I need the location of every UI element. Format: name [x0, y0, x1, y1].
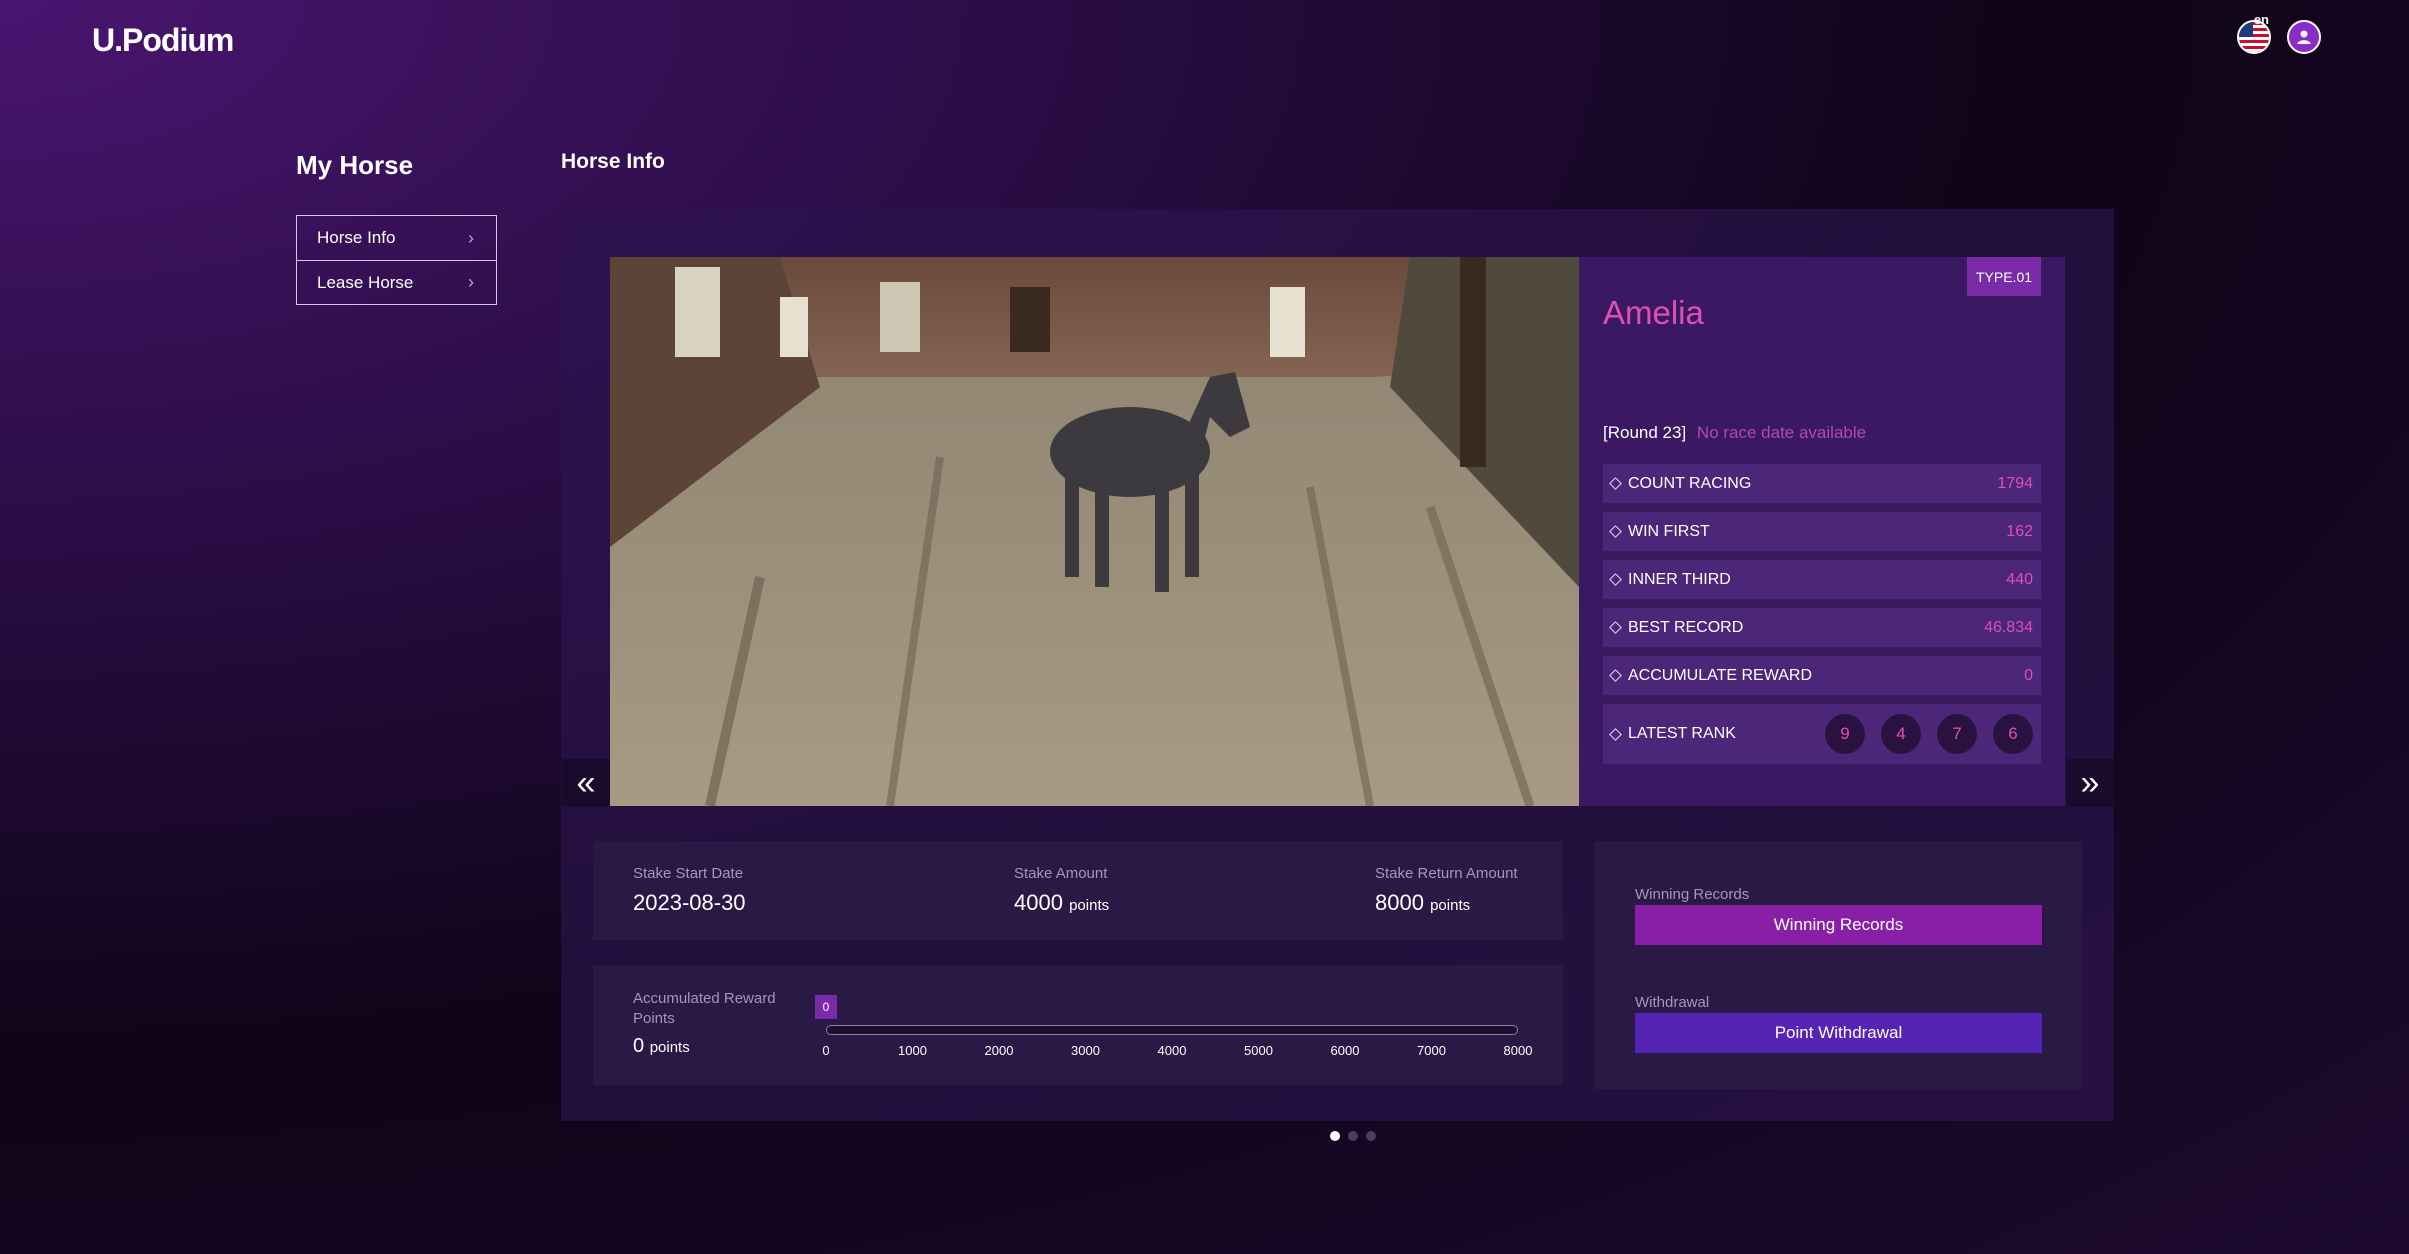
stat-win-first: WIN FIRST 162 [1603, 512, 2041, 551]
stat-value: 0 [2024, 666, 2033, 684]
slider-tick-label: 6000 [1330, 1043, 1360, 1058]
accumulated-reward-value: 0 [633, 1035, 645, 1057]
stake-return-row: 8000 points [1375, 890, 1518, 916]
round-info: [Round 23] No race date available [1603, 423, 1866, 443]
slider-tick-label: 8000 [1503, 1043, 1533, 1058]
stake-summary: Stake Start Date 2023-08-30 Stake Amount… [593, 841, 1563, 940]
accumulated-reward-row: 0 points [633, 1035, 690, 1058]
sidebar-item-horse-info[interactable]: Horse Info › [297, 216, 496, 260]
stat-latest-rank: LATEST RANK 9 4 7 6 [1603, 704, 2041, 764]
stake-start-date: Stake Start Date 2023-08-30 [633, 865, 746, 916]
sidebar-title: My Horse [296, 150, 414, 180]
user-icon[interactable] [2287, 20, 2321, 54]
withdrawal-label: Withdrawal [1635, 994, 1710, 1011]
stat-count-racing: COUNT RACING 1794 [1603, 464, 2041, 503]
point-withdrawal-button[interactable]: Point Withdrawal [1635, 1013, 2042, 1053]
rank-chip: 9 [1825, 714, 1865, 754]
stake-return-amount: Stake Return Amount 8000 points [1375, 865, 1518, 916]
stat-value: 46.834 [1984, 618, 2033, 636]
type-badge: TYPE.01 [1967, 257, 2041, 296]
stat-label: BEST RECORD [1628, 618, 1744, 636]
stat-inner-third: INNER THIRD 440 [1603, 560, 2041, 599]
diamond-icon [1609, 573, 1622, 586]
sidebar-item-lease-horse[interactable]: Lease Horse › [297, 260, 496, 304]
rank-chip: 7 [1937, 714, 1977, 754]
stake-amount-value: 4000 [1014, 890, 1063, 915]
header-actions: en [2237, 12, 2321, 54]
rank-chip: 4 [1881, 714, 1921, 754]
points-unit: points [649, 1039, 690, 1056]
carousel-pagination [1330, 1131, 1376, 1141]
rank-chips: 9 4 7 6 [1825, 714, 2033, 754]
pagination-dot[interactable] [1330, 1131, 1340, 1141]
stat-accumulate-reward: ACCUMULATE REWARD 0 [1603, 656, 2041, 695]
chevron-right-icon: › [468, 227, 474, 248]
reward-slider-track[interactable] [826, 1025, 1518, 1035]
app-logo[interactable]: U.Podium [92, 22, 234, 59]
reward-actions: Winning Records Winning Records Withdraw… [1594, 841, 2082, 1089]
stake-start-date-value: 2023-08-30 [633, 890, 746, 915]
diamond-icon [1609, 477, 1622, 490]
diamond-icon [1609, 621, 1622, 634]
stat-label: WIN FIRST [1628, 522, 1710, 540]
horse-details: TYPE.01 Amelia [Round 23] No race date a… [1579, 257, 2065, 806]
winning-records-button[interactable]: Winning Records [1635, 905, 2042, 945]
slider-tick-label: 4000 [1157, 1043, 1187, 1058]
slider-tick-label: 1000 [898, 1043, 927, 1058]
horse-image [610, 257, 1579, 806]
round-number: [Round 23] [1603, 423, 1687, 442]
language-code: en [2253, 12, 2269, 27]
diamond-icon [1609, 525, 1622, 538]
sidebar-menu: Horse Info › Lease Horse › [296, 215, 497, 305]
stat-label: ACCUMULATE REWARD [1628, 666, 1813, 684]
horse-carousel-slide: TYPE.01 Amelia [Round 23] No race date a… [610, 257, 2065, 806]
pagination-dot[interactable] [1366, 1131, 1376, 1141]
stat-value: 440 [2006, 570, 2033, 588]
slider-tick-label: 0 [822, 1043, 830, 1058]
horse-name: Amelia [1603, 294, 1704, 331]
slider-tick-label: 3000 [1071, 1043, 1100, 1058]
diamond-icon [1609, 669, 1622, 682]
stake-amount: Stake Amount 4000 points [1014, 865, 1109, 916]
slider-tick-label: 2000 [984, 1043, 1014, 1058]
stake-amount-label: Stake Amount [1014, 865, 1108, 882]
stat-best-record: BEST RECORD 46.834 [1603, 608, 2041, 647]
stat-value: 1794 [1997, 474, 2033, 492]
stat-value: 162 [2006, 522, 2033, 540]
stake-start-date-label: Stake Start Date [633, 865, 744, 882]
slider-ticks: 0 1000 2000 3000 4000 5000 6000 7000 8000 [822, 1043, 1532, 1059]
stat-label: LATEST RANK [1628, 725, 1736, 742]
stat-label: COUNT RACING [1628, 474, 1752, 492]
accumulated-reward: Accumulated Reward Points 0 points 0 0 10… [593, 965, 1563, 1085]
horse-stats: COUNT RACING 1794 WIN FIRST 162 INNER TH… [1603, 464, 2041, 773]
stake-return-label: Stake Return Amount [1375, 865, 1518, 882]
rank-chip: 6 [1993, 714, 2033, 754]
points-unit: points [1069, 897, 1110, 914]
race-date: No race date available [1696, 423, 1867, 442]
diamond-icon [1609, 727, 1622, 741]
page-title: Horse Info [561, 150, 665, 173]
sidebar-item-label: Horse Info [317, 228, 396, 247]
slider-thumb[interactable]: 0 [815, 995, 837, 1019]
double-chevron-left-icon[interactable]: « [562, 759, 610, 807]
stat-label: INNER THIRD [1628, 570, 1731, 588]
chevron-right-icon: › [468, 272, 474, 292]
winning-records-label: Winning Records [1635, 886, 1750, 903]
stake-amount-row: 4000 points [1014, 890, 1109, 916]
points-unit: points [1430, 897, 1471, 914]
slider-tick-label: 7000 [1417, 1043, 1446, 1058]
stake-return-value: 8000 [1375, 890, 1424, 915]
double-chevron-right-icon[interactable]: » [2066, 759, 2114, 807]
pagination-dot[interactable] [1348, 1131, 1358, 1141]
slider-tick-label: 5000 [1244, 1043, 1273, 1058]
sidebar-item-label: Lease Horse [317, 272, 414, 292]
accumulated-reward-label: Accumulated Reward Points [633, 990, 776, 1027]
